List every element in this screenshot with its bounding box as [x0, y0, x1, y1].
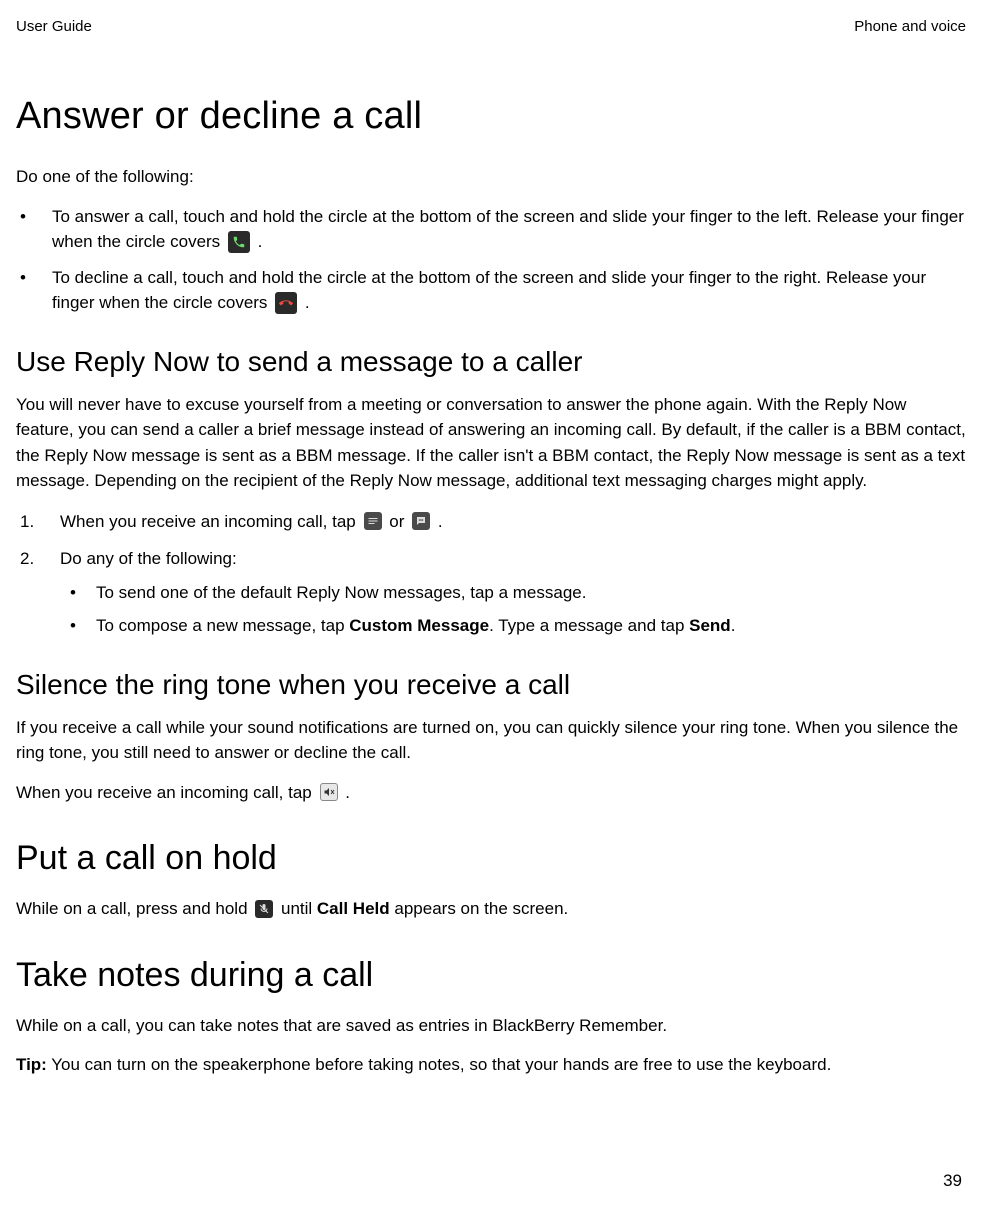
text: .	[438, 512, 443, 531]
phone-answer-icon	[228, 231, 250, 253]
reply-now-sublist: To send one of the default Reply Now mes…	[60, 580, 966, 639]
page-header: User Guide Phone and voice	[16, 18, 966, 35]
list-item: To send one of the default Reply Now mes…	[60, 580, 966, 606]
text: While on a call, press and hold	[16, 899, 252, 918]
text: To decline a call, touch and hold the ci…	[52, 268, 926, 313]
list-item: To decline a call, touch and hold the ci…	[16, 265, 966, 316]
text: When you receive an incoming call, tap	[60, 512, 361, 531]
text: To answer a call, touch and hold the cir…	[52, 207, 964, 252]
text: until	[281, 899, 317, 918]
text: When you receive an incoming call, tap	[16, 783, 317, 802]
mic-mute-icon	[255, 900, 273, 918]
silence-para: If you receive a call while your sound n…	[16, 715, 966, 766]
text: or	[389, 512, 409, 531]
notes-tip: Tip: You can turn on the speakerphone be…	[16, 1052, 966, 1078]
list-item: 2. Do any of the following: To send one …	[16, 545, 966, 639]
text: .	[345, 783, 350, 802]
reply-now-steps: 1. When you receive an incoming call, ta…	[16, 508, 966, 639]
list-item: To answer a call, touch and hold the cir…	[16, 204, 966, 255]
heading-reply-now: Use Reply Now to send a message to a cal…	[16, 346, 966, 378]
header-right: Phone and voice	[854, 18, 966, 35]
bold-send: Send	[689, 616, 731, 635]
bold-call-held: Call Held	[317, 899, 390, 918]
phone-decline-icon	[275, 292, 297, 314]
reply-now-para: You will never have to excuse yourself f…	[16, 392, 966, 494]
text: To send one of the default Reply Now mes…	[96, 583, 586, 602]
step-number: 2.	[20, 545, 34, 572]
bbm-dots-icon	[412, 512, 430, 530]
heading-hold: Put a call on hold	[16, 839, 966, 878]
tip-text: You can turn on the speakerphone before …	[47, 1055, 831, 1074]
answer-decline-list: To answer a call, touch and hold the cir…	[16, 204, 966, 316]
notes-para: While on a call, you can take notes that…	[16, 1013, 966, 1039]
text: To compose a new message, tap	[96, 616, 349, 635]
text: Do any of the following:	[60, 549, 237, 568]
speaker-mute-icon	[320, 783, 338, 801]
text: appears on the screen.	[390, 899, 569, 918]
heading-notes: Take notes during a call	[16, 956, 966, 995]
silence-line: When you receive an incoming call, tap .	[16, 780, 966, 806]
page-number: 39	[943, 1171, 962, 1191]
bold-custom-message: Custom Message	[349, 616, 489, 635]
list-item: To compose a new message, tap Custom Mes…	[60, 613, 966, 639]
message-list-icon	[364, 512, 382, 530]
heading-silence: Silence the ring tone when you receive a…	[16, 669, 966, 701]
intro-do-following: Do one of the following:	[16, 164, 966, 190]
text: . Type a message and tap	[489, 616, 689, 635]
text: .	[731, 616, 736, 635]
heading-answer-decline: Answer or decline a call	[16, 95, 966, 138]
text: .	[305, 293, 310, 312]
tip-label: Tip:	[16, 1055, 47, 1074]
header-left: User Guide	[16, 18, 92, 35]
list-item: 1. When you receive an incoming call, ta…	[16, 508, 966, 535]
hold-line: While on a call, press and hold until Ca…	[16, 896, 966, 922]
step-number: 1.	[20, 508, 34, 535]
text: .	[258, 232, 263, 251]
